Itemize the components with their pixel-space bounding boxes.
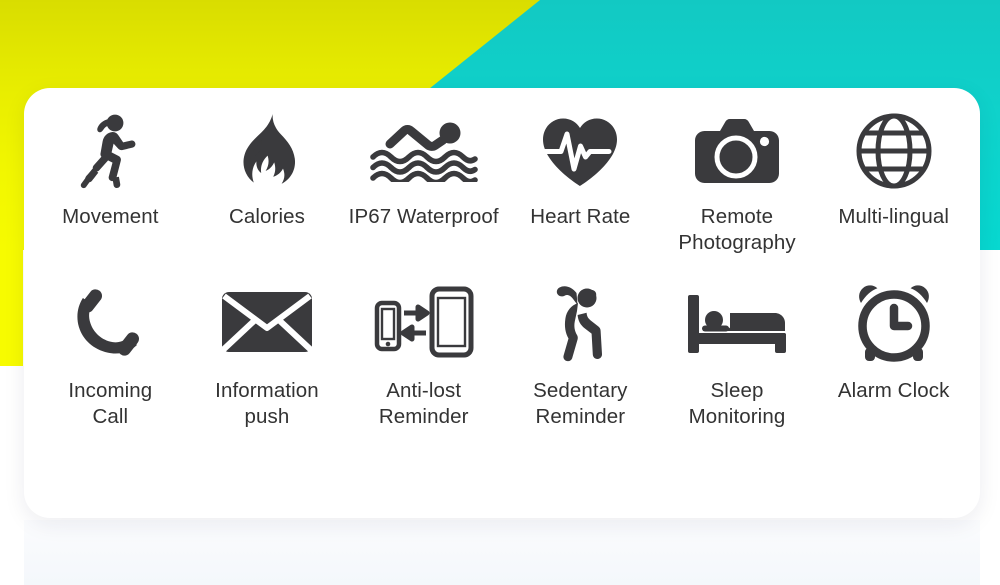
running-person-icon bbox=[32, 110, 189, 192]
phone-handset-icon bbox=[32, 280, 189, 364]
camera-icon bbox=[659, 110, 816, 192]
background-faint-panel bbox=[24, 520, 980, 585]
feature-label: Incoming Call bbox=[68, 379, 153, 428]
feature-label: IP67 Waterproof bbox=[348, 205, 499, 228]
two-phones-sync-icon bbox=[345, 280, 502, 364]
feature-label: Sedentary Reminder bbox=[533, 379, 628, 428]
person-in-bed-icon bbox=[659, 280, 816, 364]
feature-label: Remote Photography bbox=[678, 205, 796, 254]
feature-item-heart-rate[interactable]: Heart Rate bbox=[502, 110, 659, 280]
stretching-person-icon bbox=[502, 280, 659, 364]
heart-pulse-icon bbox=[502, 110, 659, 192]
feature-item-incoming-call[interactable]: Incoming Call bbox=[32, 280, 189, 460]
feature-label: Information push bbox=[215, 379, 319, 428]
alarm-clock-icon bbox=[815, 280, 972, 364]
feature-item-multi-lingual[interactable]: Multi-lingual bbox=[815, 110, 972, 280]
feature-card: Movement Calories IP67 Waterproof Heart … bbox=[24, 88, 980, 518]
background-yellow-strip bbox=[0, 250, 23, 366]
flame-icon bbox=[189, 110, 346, 192]
feature-item-waterproof[interactable]: IP67 Waterproof bbox=[345, 110, 502, 280]
feature-grid-page: Movement Calories IP67 Waterproof Heart … bbox=[0, 0, 1000, 585]
feature-item-sedentary-reminder[interactable]: Sedentary Reminder bbox=[502, 280, 659, 460]
feature-item-information-push[interactable]: Information push bbox=[189, 280, 346, 460]
feature-item-sleep-monitoring[interactable]: Sleep Monitoring bbox=[659, 280, 816, 460]
feature-label: Anti-lost Reminder bbox=[378, 379, 469, 428]
feature-item-alarm-clock[interactable]: Alarm Clock bbox=[815, 280, 972, 460]
feature-label: Alarm Clock bbox=[837, 379, 950, 402]
feature-label: Calories bbox=[228, 205, 305, 228]
feature-label: Movement bbox=[62, 205, 159, 228]
feature-grid: Movement Calories IP67 Waterproof Heart … bbox=[24, 88, 980, 518]
feature-item-calories[interactable]: Calories bbox=[189, 110, 346, 280]
envelope-icon bbox=[189, 280, 346, 364]
feature-item-anti-lost-reminder[interactable]: Anti-lost Reminder bbox=[345, 280, 502, 460]
feature-label: Multi-lingual bbox=[838, 205, 949, 228]
feature-label: Sleep Monitoring bbox=[688, 379, 786, 428]
swimmer-waves-icon bbox=[345, 110, 502, 192]
feature-item-movement[interactable]: Movement bbox=[32, 110, 189, 280]
feature-item-remote-photography[interactable]: Remote Photography bbox=[659, 110, 816, 280]
globe-icon bbox=[815, 110, 972, 192]
feature-label: Heart Rate bbox=[530, 205, 631, 228]
